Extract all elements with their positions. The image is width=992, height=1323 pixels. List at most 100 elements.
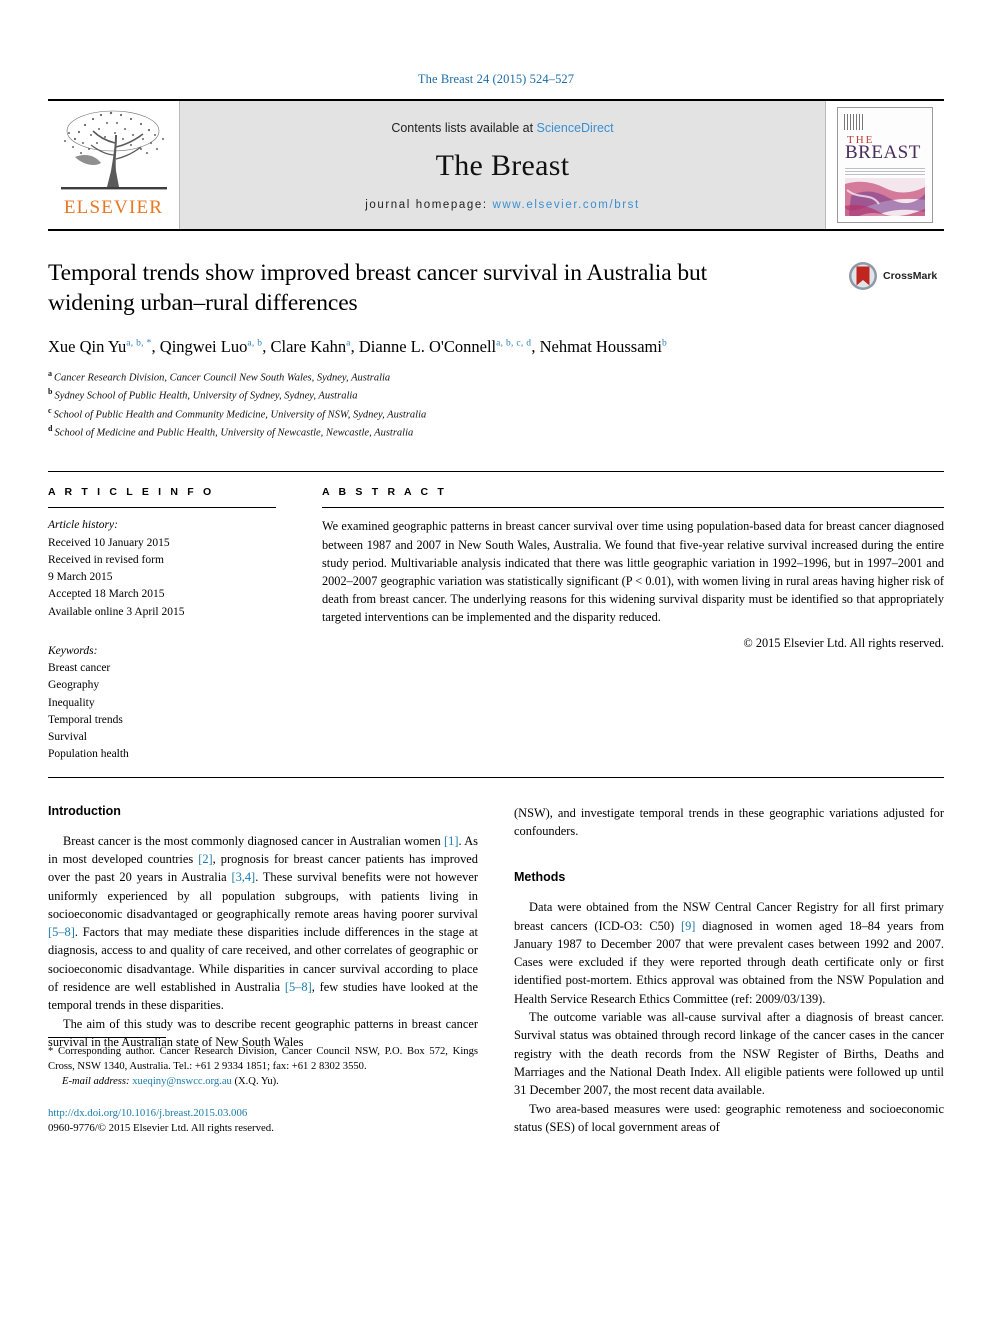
citation-ref-9[interactable]: [9] [681,919,695,933]
doi-block: http://dx.doi.org/10.1016/j.breast.2015.… [48,1106,478,1137]
article-page: The Breast 24 (2015) 524–527 ELSEVIER Co… [0,0,992,1323]
affiliation-item: a Cancer Research Division, Cancer Counci… [48,368,944,386]
keyword-item: Inequality [48,696,95,709]
article-history-item: Received 10 January 2015 [48,536,170,549]
email-label: E-mail address: [62,1076,130,1088]
cover-artwork-svg [845,178,925,216]
contents-available-line: Contents lists available at ScienceDirec… [391,121,613,135]
keyword-item: Temporal trends [48,713,123,726]
author-name: Qingwei Luo [159,337,248,357]
abstract-heading: A B S T R A C T [322,486,447,499]
journal-masthead: ELSEVIER Contents lists available at Sci… [48,99,944,231]
author-item: Qingwei Luoa, b, [160,337,271,356]
methods-paragraph-2: The outcome variable was all-cause survi… [514,1010,944,1098]
article-history-item: Received in revised form [48,553,164,566]
author-separator: , [262,337,271,357]
author-separator: , [151,337,160,357]
author-affiliation-marks: a, b, c, d [496,338,532,349]
author-affiliation-marks: b [661,338,667,349]
email-suffix: (X.Q. Yu). [234,1076,279,1088]
keyword-item: Population health [48,748,129,761]
author-name: Xue Qin Yu [48,337,127,357]
methods-paragraph-3: Two area-based measures were used: geogr… [514,1101,944,1134]
author-separator: , [531,337,540,357]
author-name: Nehmat Houssami [539,337,662,357]
article-history-label: Article history: [48,519,118,532]
email-note: E-mail address: xueqiny@nswcc.org.au (X.… [48,1074,478,1089]
article-history-item: 9 March 2015 [48,571,113,584]
keywords-block: Keywords: Breast cancer Geography Inequa… [48,643,276,764]
abstract-column: A B S T R A C T We examined geographic p… [322,486,944,763]
cover-barcode-icon [844,114,864,130]
article-history-item: Accepted 18 March 2015 [48,588,165,601]
elsevier-tree-icon [60,110,167,190]
crossmark-icon [849,262,877,290]
introduction-continuation: (NSW), and investigate temporal trends i… [514,805,944,838]
contents-prefix: Contents lists available at [391,121,537,135]
doi-link[interactable]: http://dx.doi.org/10.1016/j.breast.2015.… [48,1106,478,1121]
article-info-column: A R T I C L E I N F O Article history: R… [48,486,276,763]
section-heading-methods: Methods [514,870,566,885]
affiliation-list: a Cancer Research Division, Cancer Counci… [48,368,944,442]
abstract-rule [322,507,944,509]
footnote-rule [48,1037,166,1039]
homepage-prefix: journal homepage: [365,199,493,211]
citation-ref-1[interactable]: [1] [444,834,458,848]
body-column-left: Introduction Breast cancer is the most c… [48,804,478,1136]
citation-ref-5-8[interactable]: [5–8] [48,925,75,939]
citation-ref-2[interactable]: [2] [198,852,212,866]
keywords-label: Keywords: [48,644,98,657]
journal-cover-thumbnail: THE BREAST [837,107,933,223]
author-affiliation-marks: a, b [247,338,263,349]
author-item: Dianne L. O'Connella, b, c, d, [359,337,540,356]
affiliation-item: d School of Medicine and Public Health, U… [48,423,944,441]
journal-homepage-link[interactable]: www.elsevier.com/brst [492,199,639,211]
author-item: Xue Qin Yua, b, *, [48,337,160,356]
introduction-paragraph-1: Breast cancer is the most commonly diagn… [48,832,478,1015]
keyword-item: Geography [48,679,100,692]
page-title: Temporal trends show improved breast can… [48,260,708,316]
journal-cover: THE BREAST [825,101,944,229]
crossmark-badge[interactable]: CrossMark [848,261,944,291]
abstract-text: We examined geographic patterns in breas… [322,519,944,624]
author-affiliation-marks: a, b, * [126,338,152,349]
article-history-item: Available online 3 April 2015 [48,605,185,618]
crossmark-label: CrossMark [883,270,938,282]
author-item: Clare Kahna, [271,337,359,356]
sciencedirect-link[interactable]: ScienceDirect [537,121,614,135]
keyword-item: Breast cancer [48,662,111,675]
issn-copyright-line: 0960-9776/© 2015 Elsevier Ltd. All right… [48,1121,274,1134]
body-column-right: (NSW), and investigate temporal trends i… [514,804,944,1136]
affiliation-text: Cancer Research Division, Cancer Council… [54,372,391,384]
elsevier-wordmark: ELSEVIER [63,197,164,218]
section-heading-introduction: Introduction [48,803,121,818]
affiliation-text: Sydney School of Public Health, Universi… [54,390,358,402]
body-columns: Introduction Breast cancer is the most c… [48,804,944,1136]
footnote-block: * Corresponding author. Cancer Research … [48,1037,478,1136]
affiliation-text: School of Public Health and Community Me… [53,409,427,421]
article-info-heading: A R T I C L E I N F O [48,486,215,499]
title-block: CrossMark Temporal trends show improved … [48,259,944,441]
author-name: Dianne L. O'Connell [358,337,497,357]
citation-ref-5-8-second[interactable]: [5–8] [285,980,312,994]
info-abstract-section: A R T I C L E I N F O Article history: R… [48,471,944,778]
corresponding-author-note: * Corresponding author. Cancer Research … [48,1046,478,1073]
journal-homepage-line: journal homepage: www.elsevier.com/brst [365,199,640,211]
running-head: The Breast 24 (2015) 524–527 [417,72,575,86]
cover-breast-text: BREAST [845,142,921,163]
cover-artwork [845,178,925,216]
article-info-rule [48,507,276,509]
citation-ref-3-4[interactable]: [3,4] [231,870,255,884]
affiliation-item: b Sydney School of Public Health, Univers… [48,386,944,404]
author-item: Nehmat Houssamib [540,337,667,356]
affiliation-item: c School of Public Health and Community M… [48,405,944,423]
author-list: Xue Qin Yua, b, *, Qingwei Luoa, b, Clar… [48,335,824,358]
author-separator: , [350,337,359,357]
keyword-item: Survival [48,731,87,744]
cover-subtitle-lines [845,166,925,175]
journal-banner: Contents lists available at ScienceDirec… [180,101,825,229]
journal-title: The Breast [435,149,570,182]
intro-text-a: Breast cancer is the most commonly diagn… [63,833,444,848]
author-name: Clare Kahn [270,337,347,357]
author-email-link[interactable]: xueqiny@nswcc.org.au [132,1076,232,1087]
